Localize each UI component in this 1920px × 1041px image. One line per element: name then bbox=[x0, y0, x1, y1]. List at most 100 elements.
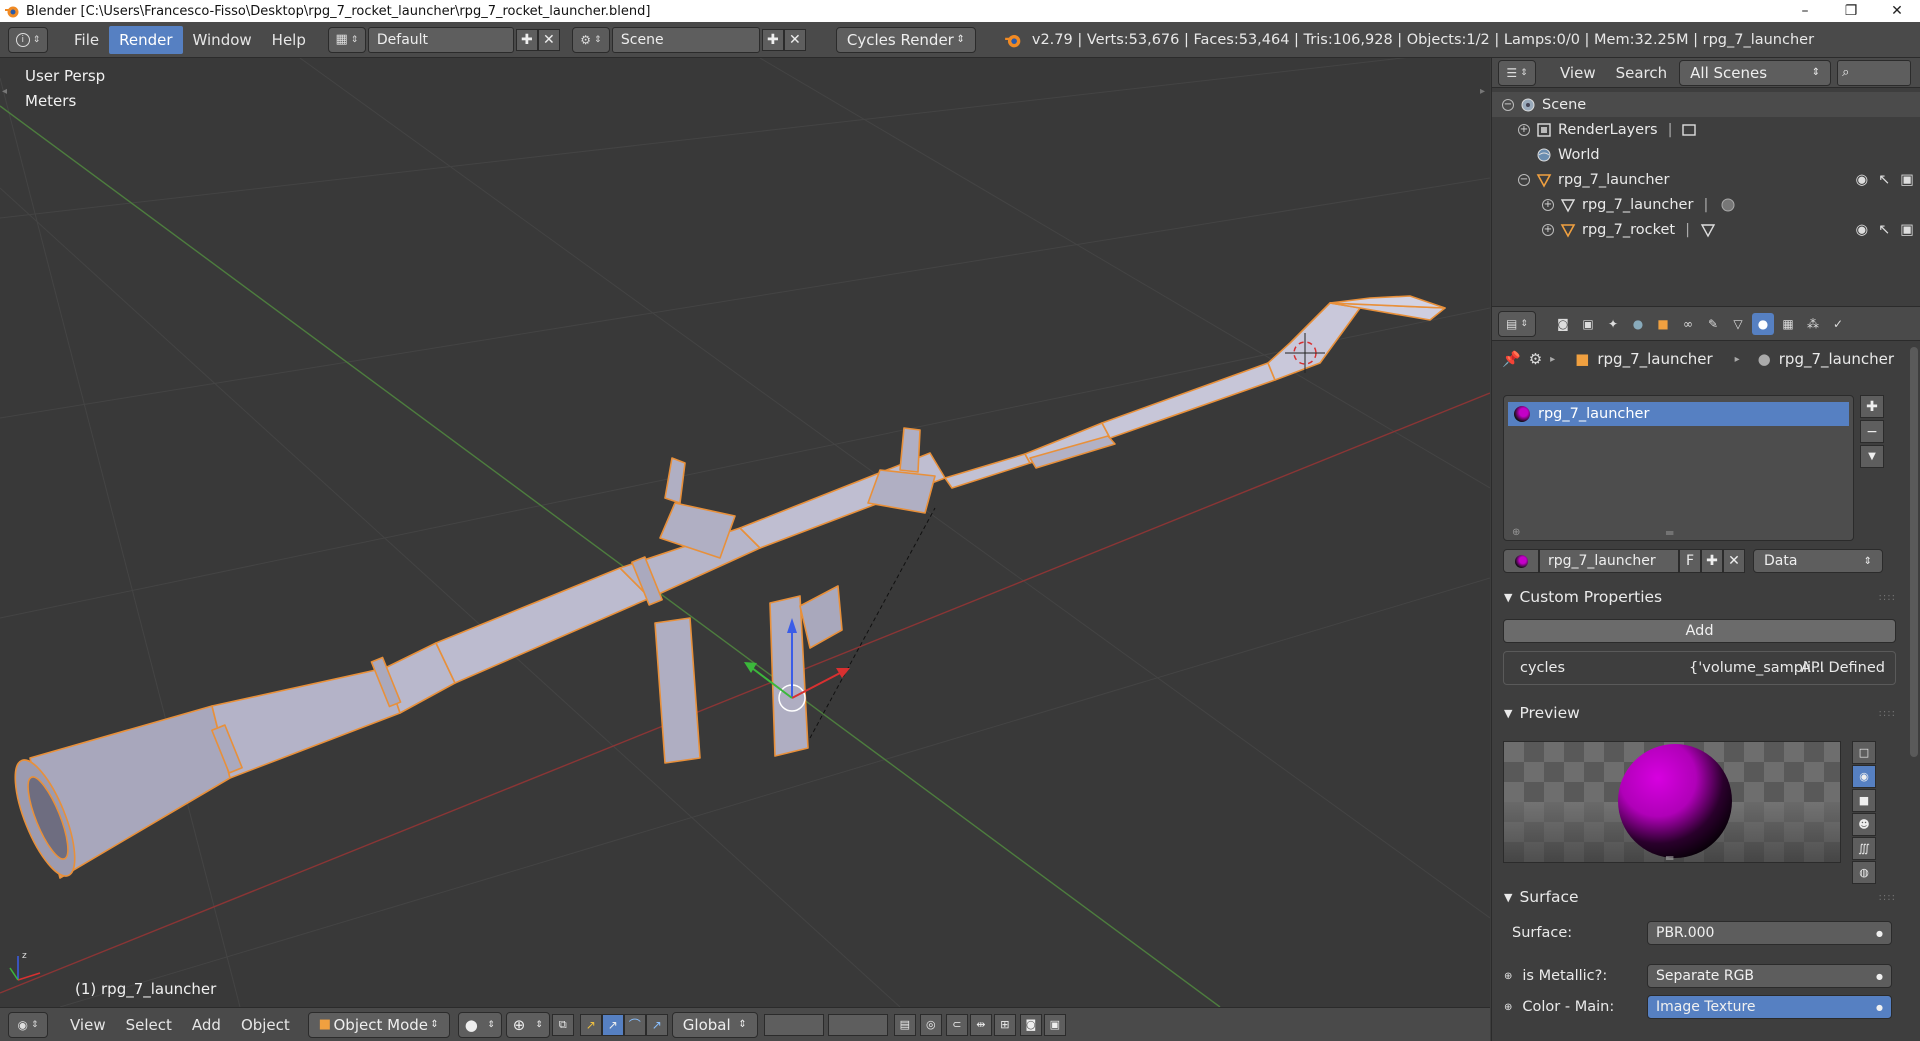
display-mode-dropdown[interactable]: All Scenes ⇕ bbox=[1679, 59, 1832, 86]
screen-layout-field[interactable]: Default bbox=[367, 26, 514, 53]
slot-specials-button[interactable]: ▼ bbox=[1860, 445, 1884, 468]
material-name-field[interactable]: rpg_7_launcher bbox=[1539, 549, 1679, 573]
tree-item-world[interactable]: World bbox=[1492, 142, 1920, 167]
color-main-field[interactable]: Image Texture ● bbox=[1647, 995, 1892, 1019]
render-tab[interactable]: ◙ bbox=[1552, 313, 1574, 335]
remove-slot-button[interactable]: − bbox=[1860, 420, 1884, 443]
collapse-icon[interactable]: − bbox=[1518, 173, 1530, 186]
surface-shader-field[interactable]: PBR.000 ● bbox=[1647, 921, 1892, 945]
tree-item-rpg-7-launcher-mesh[interactable]: + rpg_7_launcher | bbox=[1492, 192, 1920, 217]
custom-properties-panel-header[interactable]: ▼ Custom Properties :::: bbox=[1492, 583, 1902, 611]
expand-icon[interactable]: ⊕ bbox=[1504, 971, 1512, 982]
properties-toggle-icon[interactable]: ▸ bbox=[1480, 86, 1485, 97]
editor-type-button[interactable]: ☰ ⇕ bbox=[1498, 59, 1536, 86]
particles-tab[interactable]: ⁂ bbox=[1802, 313, 1824, 335]
mode-dropdown[interactable]: ■ Object Mode ⇕ bbox=[307, 1011, 450, 1038]
preview-cube-button[interactable]: ■ bbox=[1852, 789, 1876, 812]
tree-item-rpg-7-launcher-object[interactable]: − rpg_7_launcher ◉ ↖ ▣ bbox=[1492, 167, 1920, 192]
translate-manipulator-button[interactable]: ↗ bbox=[579, 1013, 602, 1036]
menu-window[interactable]: Window bbox=[183, 26, 262, 54]
link-dropdown[interactable]: Data ⇕ bbox=[1753, 549, 1883, 573]
drag-grip-icon[interactable]: :::: bbox=[1879, 892, 1896, 903]
expand-icon[interactable]: + bbox=[1518, 123, 1530, 136]
tree-item-scene[interactable]: − Scene bbox=[1492, 92, 1920, 117]
layers-grid-b[interactable] bbox=[827, 1013, 888, 1036]
preview-hair-button[interactable]: ∭ bbox=[1852, 837, 1876, 860]
menu-file[interactable]: File bbox=[64, 26, 109, 54]
menu-search[interactable]: Search bbox=[1606, 59, 1678, 87]
material-slot-item[interactable]: rpg_7_launcher bbox=[1508, 402, 1849, 426]
opengl-render-button[interactable]: ◙ bbox=[1019, 1013, 1042, 1036]
texture-tab[interactable]: ▦ bbox=[1777, 313, 1799, 335]
menu-view[interactable]: View bbox=[60, 1011, 116, 1039]
menu-select[interactable]: Select bbox=[116, 1011, 182, 1039]
menu-object[interactable]: Object bbox=[231, 1011, 300, 1039]
constraints-tab[interactable]: ∞ bbox=[1677, 313, 1699, 335]
modifiers-tab[interactable]: ✎ bbox=[1702, 313, 1724, 335]
preview-world-button[interactable]: ◍ bbox=[1852, 861, 1876, 884]
render-layers-tab[interactable]: ▣ bbox=[1577, 313, 1599, 335]
menu-help[interactable]: Help bbox=[262, 26, 316, 54]
data-tab[interactable]: ▽ bbox=[1727, 313, 1749, 335]
menu-add[interactable]: Add bbox=[182, 1011, 231, 1039]
layers-grid-a[interactable] bbox=[763, 1013, 824, 1036]
scene-field[interactable]: Scene bbox=[611, 26, 760, 53]
renderable-camera-icon[interactable]: ▣ bbox=[1900, 222, 1914, 238]
menu-render[interactable]: Render bbox=[109, 25, 183, 54]
browse-material-button[interactable] bbox=[1503, 549, 1539, 573]
renderable-camera-icon[interactable]: ▣ bbox=[1900, 172, 1914, 188]
visibility-eye-icon[interactable]: ◉ bbox=[1855, 222, 1868, 238]
world-tab[interactable]: ● bbox=[1627, 313, 1649, 335]
material-slot-list[interactable]: rpg_7_launcher ⊕ ═ bbox=[1503, 395, 1854, 541]
minimize-button[interactable]: – bbox=[1782, 0, 1828, 22]
preview-monkey-button[interactable]: ☻ bbox=[1852, 813, 1876, 836]
snap-toggle-button[interactable]: ⊂ bbox=[945, 1013, 968, 1036]
list-filter-icon[interactable]: ⊕ bbox=[1512, 527, 1520, 538]
selectable-cursor-icon[interactable]: ↖ bbox=[1878, 172, 1890, 188]
layer-toggle-button[interactable]: ⧉ bbox=[551, 1013, 574, 1036]
snap-element-button[interactable]: ⊞ bbox=[993, 1013, 1016, 1036]
object-tab[interactable]: ■ bbox=[1652, 313, 1674, 335]
drag-grip-icon[interactable]: :::: bbox=[1879, 592, 1896, 603]
add-custom-property-button[interactable]: Add bbox=[1503, 619, 1896, 643]
viewport-scene[interactable]: ◂ ▸ z bbox=[0, 58, 1490, 1007]
selectable-cursor-icon[interactable]: ↖ bbox=[1878, 222, 1890, 238]
add-slot-button[interactable]: ✚ bbox=[1860, 395, 1884, 418]
screen-layout-browse-button[interactable]: ▦ ⇕ bbox=[327, 26, 366, 53]
tree-item-rpg-7-rocket[interactable]: + rpg_7_rocket | ◉ ↖ ▣ bbox=[1492, 217, 1920, 242]
orientation-dropdown[interactable]: Global ⇕ bbox=[671, 1011, 758, 1038]
snap-target-button[interactable]: ⇹ bbox=[969, 1013, 992, 1036]
scene-tab[interactable]: ✦ bbox=[1602, 313, 1624, 335]
rotate-manipulator-button[interactable]: ↗ bbox=[601, 1013, 624, 1036]
editor-type-button[interactable]: ▤ ⇕ bbox=[1498, 310, 1536, 337]
surface-panel-header[interactable]: ▼ Surface :::: bbox=[1492, 883, 1902, 911]
shading-dropdown[interactable]: ● ⇕ bbox=[457, 1011, 502, 1038]
outliner-search-input[interactable]: ⌕ bbox=[1837, 59, 1912, 86]
scale-manipulator-button[interactable]: ⌒ bbox=[623, 1013, 646, 1036]
material-tab[interactable]: ● bbox=[1752, 312, 1774, 335]
remove-layout-button[interactable]: ✕ bbox=[537, 28, 560, 51]
visibility-eye-icon[interactable]: ◉ bbox=[1855, 172, 1868, 188]
editor-type-button[interactable]: i ⇕ bbox=[8, 26, 48, 53]
expand-icon[interactable]: + bbox=[1542, 198, 1554, 211]
preview-panel-header[interactable]: ▼ Preview :::: bbox=[1492, 699, 1902, 727]
manipulator-extra-button[interactable]: ↗ bbox=[645, 1013, 668, 1036]
add-layout-button[interactable]: ✚ bbox=[515, 28, 538, 51]
opengl-animation-button[interactable]: ▣ bbox=[1043, 1013, 1066, 1036]
properties-scrollbar[interactable] bbox=[1910, 347, 1918, 757]
new-material-button[interactable]: ✚ bbox=[1701, 549, 1723, 573]
drag-grip-icon[interactable]: :::: bbox=[1879, 708, 1896, 719]
unlink-material-button[interactable]: ✕ bbox=[1723, 549, 1745, 573]
is-metallic-field[interactable]: Separate RGB ● bbox=[1647, 964, 1892, 988]
resize-handle-icon[interactable]: ═ bbox=[1666, 851, 1673, 862]
expand-icon[interactable]: ⊕ bbox=[1504, 1002, 1512, 1013]
menu-view[interactable]: View bbox=[1550, 59, 1606, 87]
toolshelf-toggle-icon[interactable]: ◂ bbox=[2, 86, 7, 97]
pivot-dropdown[interactable]: ⊕ ⇕ bbox=[505, 1011, 550, 1038]
editor-type-button[interactable]: ◉ ⇕ bbox=[8, 1011, 48, 1038]
maximize-button[interactable]: ❐ bbox=[1828, 0, 1874, 22]
add-scene-button[interactable]: ✚ bbox=[761, 28, 784, 51]
tree-item-renderlayers[interactable]: + RenderLayers | bbox=[1492, 117, 1920, 142]
close-window-button[interactable]: ✕ bbox=[1874, 0, 1920, 22]
remove-scene-button[interactable]: ✕ bbox=[783, 28, 806, 51]
